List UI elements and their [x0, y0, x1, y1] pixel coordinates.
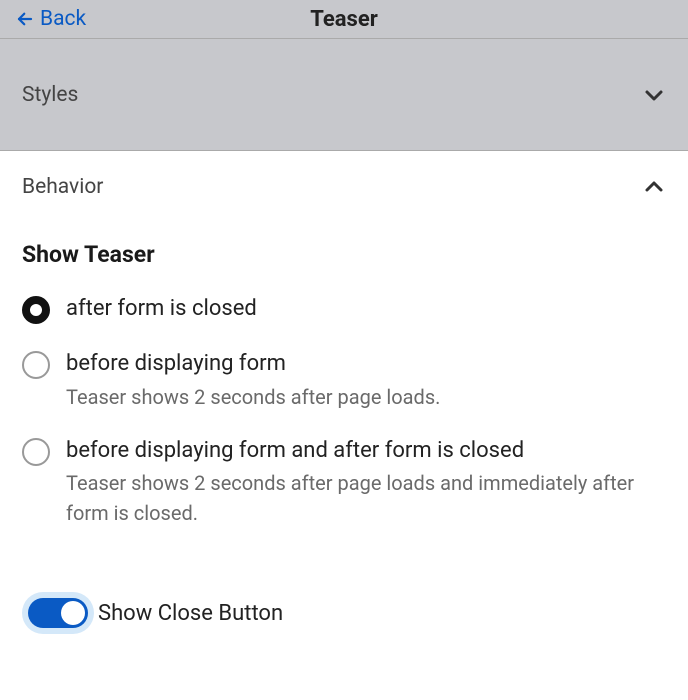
group-title: Show Teaser: [22, 241, 666, 268]
radio-indicator: [22, 296, 50, 324]
page-title: Teaser: [310, 7, 378, 32]
radio-option-before-and-after[interactable]: before displaying form and after form is…: [22, 436, 666, 529]
section-header-styles[interactable]: Styles: [0, 38, 688, 150]
section-header-behavior[interactable]: Behavior: [0, 151, 688, 223]
back-button[interactable]: Back: [0, 7, 86, 31]
toggle-label: Show Close Button: [98, 601, 283, 626]
option-label: after form is closed: [66, 294, 257, 325]
option-subtext: Teaser shows 2 seconds after page loads.: [66, 382, 440, 412]
show-close-button-toggle[interactable]: [28, 598, 88, 628]
option-label: before displaying form and after form is…: [66, 436, 666, 467]
arrow-left-icon: [16, 10, 34, 28]
option-label: before displaying form: [66, 349, 440, 380]
toggle-highlight: [22, 592, 94, 634]
chevron-down-icon: [642, 83, 666, 107]
toggle-knob: [61, 601, 85, 625]
radio-option-before-display[interactable]: before displaying form Teaser shows 2 se…: [22, 349, 666, 412]
section-label: Styles: [22, 83, 78, 107]
section-label: Behavior: [22, 175, 103, 199]
chevron-up-icon: [642, 175, 666, 199]
radio-option-after-closed[interactable]: after form is closed: [22, 294, 666, 325]
radio-indicator: [22, 351, 50, 379]
radio-indicator: [22, 438, 50, 466]
back-label: Back: [40, 7, 86, 31]
option-subtext: Teaser shows 2 seconds after page loads …: [66, 468, 666, 528]
